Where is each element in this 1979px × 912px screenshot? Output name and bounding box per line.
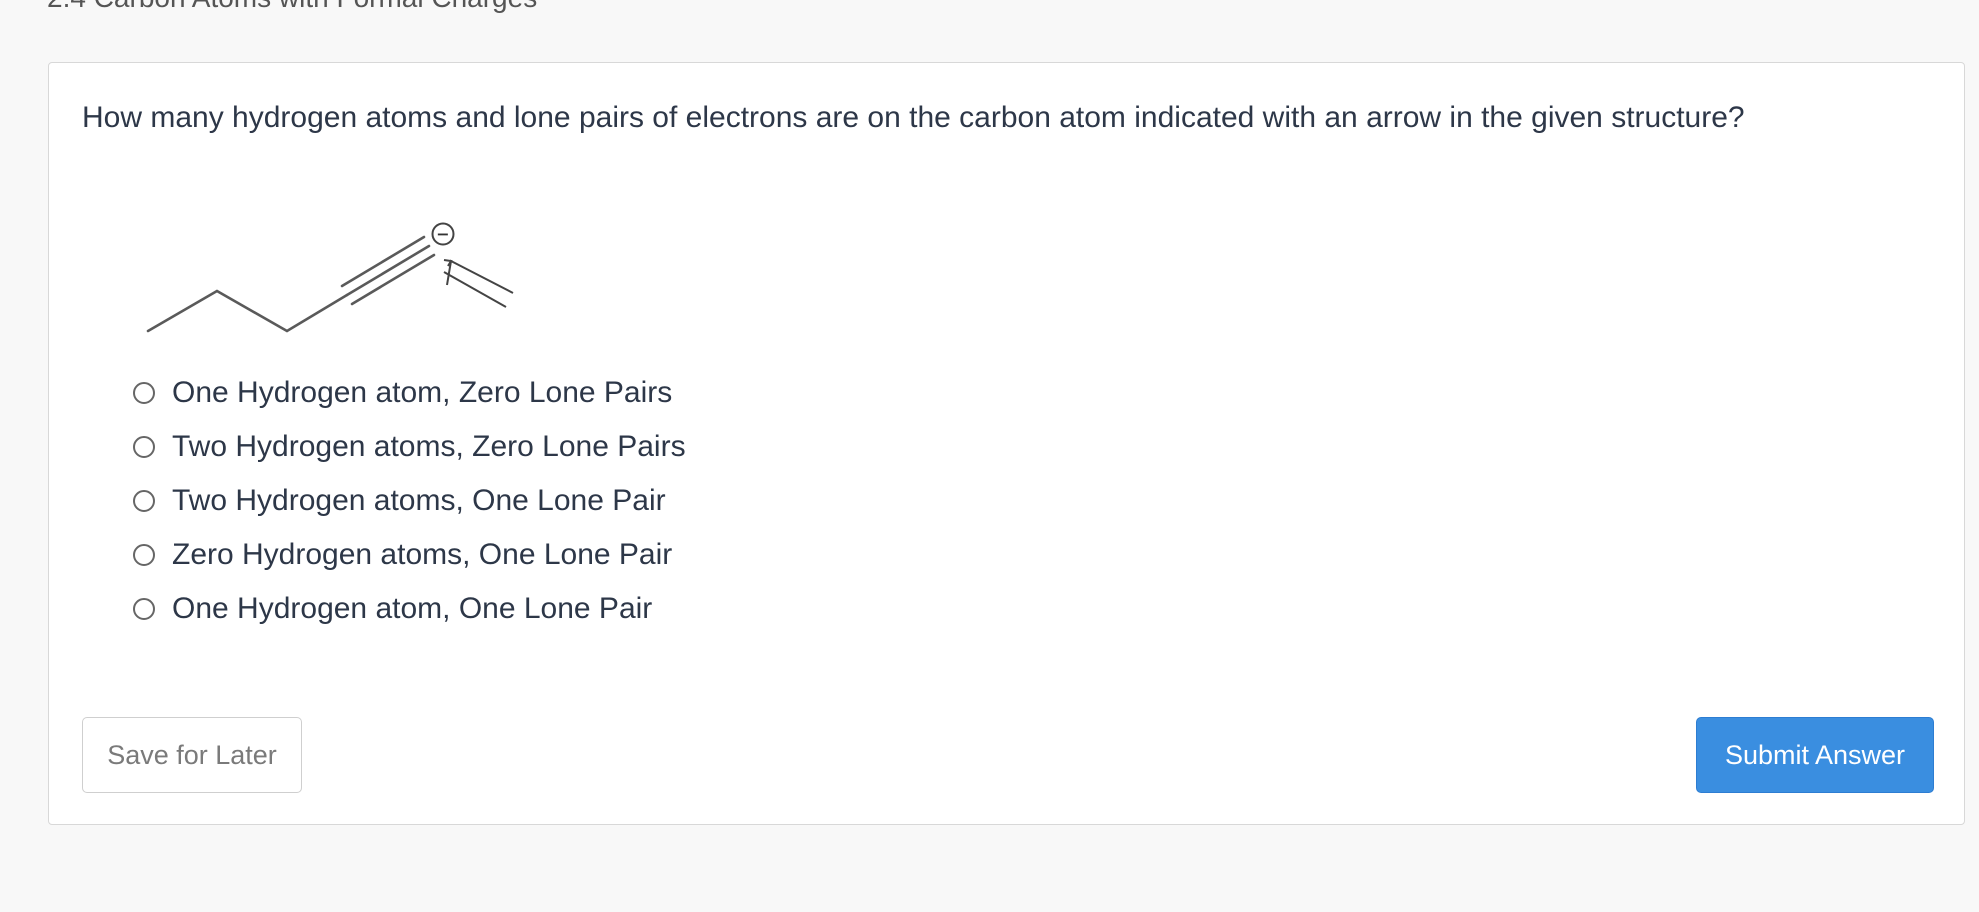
choice-label: Zero Hydrogen atoms, One Lone Pair — [172, 538, 673, 571]
submit-answer-button[interactable]: Submit Answer — [1696, 717, 1934, 793]
radio-button[interactable] — [133, 544, 155, 566]
choice-option-2[interactable]: Two Hydrogen atoms, Zero Lone Pairs — [133, 420, 686, 474]
radio-button[interactable] — [133, 598, 155, 620]
question-card: How many hydrogen atoms and lone pairs o… — [48, 62, 1965, 825]
answer-choices: One Hydrogen atom, Zero Lone Pairs Two H… — [133, 366, 686, 636]
choice-option-1[interactable]: One Hydrogen atom, Zero Lone Pairs — [133, 366, 686, 420]
choice-label: Two Hydrogen atoms, One Lone Pair — [172, 484, 666, 517]
radio-button[interactable] — [133, 436, 155, 458]
choice-option-5[interactable]: One Hydrogen atom, One Lone Pair — [133, 582, 686, 636]
save-for-later-button[interactable]: Save for Later — [82, 717, 302, 793]
choice-label: One Hydrogen atom, Zero Lone Pairs — [172, 376, 673, 409]
radio-button[interactable] — [133, 382, 155, 404]
indicator-arrow-icon — [443, 259, 514, 308]
radio-button[interactable] — [133, 490, 155, 512]
chemical-structure: − — [146, 222, 514, 333]
section-title: 2.4 Carbon Atoms with Formal Charges — [47, 0, 537, 14]
triple-bond-line-1 — [345, 244, 431, 297]
carbon-chain-bonds — [146, 289, 349, 333]
triple-bond-line-3 — [350, 253, 436, 306]
choice-label: One Hydrogen atom, One Lone Pair — [172, 592, 653, 625]
negative-charge-icon: − — [431, 222, 455, 246]
choice-label: Two Hydrogen atoms, Zero Lone Pairs — [172, 430, 686, 463]
choice-option-3[interactable]: Two Hydrogen atoms, One Lone Pair — [133, 474, 686, 528]
question-text: How many hydrogen atoms and lone pairs o… — [82, 101, 1745, 134]
choice-option-4[interactable]: Zero Hydrogen atoms, One Lone Pair — [133, 528, 686, 582]
svg-text:−: − — [436, 225, 449, 244]
triple-bond-line-2 — [340, 235, 426, 288]
